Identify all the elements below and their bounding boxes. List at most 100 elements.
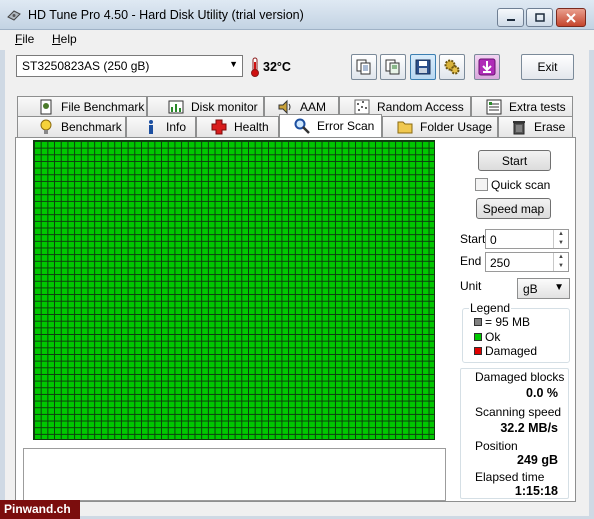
end-spinner[interactable]: 250 ▲ ▼ [485,252,569,272]
info-icon [149,120,153,134]
tab-disk-monitor[interactable]: Disk monitor [147,96,264,117]
menu-file-label: ile [22,32,35,46]
legend-swatch-block [474,318,482,326]
random-access-icon [354,99,370,115]
folder-icon [397,121,413,134]
legend-item-ok: Ok [485,330,501,344]
legend-swatch-damaged [474,347,482,355]
tab-error-scan-label: Error Scan [317,119,375,133]
drive-select[interactable]: ST3250823AS (250 gB) ▼ [16,55,243,77]
scan-block-grid [33,140,435,440]
scanning-speed-label: Scanning speed [475,405,562,419]
spin-down-icon[interactable]: ▼ [554,262,568,271]
tab-benchmark-label: Benchmark [61,120,122,134]
tab-folder-usage-label: Folder Usage [420,120,493,134]
disk-monitor-icon [168,100,184,114]
tab-erase[interactable]: Erase [498,116,573,137]
copy-text-button[interactable] [380,54,406,80]
health-cross-icon [211,119,227,135]
tab-folder-usage[interactable]: Folder Usage [382,116,498,137]
tab-health-label: Health [234,120,269,134]
tab-extra-tests-label: Extra tests [509,100,566,114]
start-value: 0 [490,233,497,247]
end-label: End [460,254,482,268]
tab-random-access-label: Random Access [377,100,464,114]
unit-select-value: gB [523,282,538,296]
start-scan-button[interactable]: Start [478,150,551,171]
unit-label: Unit [460,279,482,293]
app-disk-icon [7,10,21,21]
extra-tests-icon [486,99,502,115]
unit-select[interactable]: gB ▼ [517,278,570,299]
download-button[interactable] [474,54,500,80]
tab-aam-label: AAM [300,100,327,114]
spin-down-icon[interactable]: ▼ [554,239,568,248]
watermark-text: Pinwand.ch [4,502,71,516]
elapsed-time-value: 1:15:18 [514,484,558,498]
file-benchmark-icon [40,99,52,115]
thermometer-icon [251,57,259,77]
position-label: Position [475,439,518,453]
tab-info-label: Info [166,120,187,134]
spin-up-icon[interactable]: ▲ [554,230,568,239]
options-button[interactable] [439,54,465,80]
minimize-icon [506,18,515,21]
scanning-speed-value: 32.2 MB/s [500,421,558,435]
menu-help[interactable]: Help [52,32,77,46]
tab-erase-label: Erase [534,120,566,134]
magnifier-icon [294,118,310,134]
tab-benchmark[interactable]: Benchmark [17,116,126,137]
drive-select-value: ST3250823AS (250 gB) [22,59,150,73]
watermark: Pinwand.ch [0,500,80,519]
tab-extra-tests[interactable]: Extra tests [471,96,573,117]
exit-button-label: Exit [537,60,558,74]
tab-info[interactable]: Info [126,116,196,137]
down-arrow-icon [478,58,496,76]
start-spinner[interactable]: 0 ▲ ▼ [485,229,569,249]
tab-file-benchmark-label: File Benchmark [61,100,145,114]
damaged-blocks-label: Damaged blocks [475,370,565,384]
maximize-icon [534,13,545,22]
damaged-blocks-value: 0.0 % [526,386,558,400]
end-value: 250 [490,256,511,270]
elapsed-time-label: Elapsed time [475,470,545,484]
close-button[interactable] [556,8,586,27]
copy-info-button[interactable] [351,54,377,80]
position-value: 249 gB [517,453,558,467]
quick-scan-checkbox[interactable] [475,178,488,191]
spin-up-icon[interactable]: ▲ [554,253,568,262]
tab-file-benchmark[interactable]: File Benchmark [17,96,147,117]
lightbulb-icon [40,119,52,134]
tab-disk-monitor-label: Disk monitor [191,100,258,114]
legend-title: Legend [469,301,512,315]
start-label: Start [460,232,486,246]
copy-icon [356,59,371,75]
maximize-button[interactable] [526,8,553,27]
save-button[interactable] [410,54,436,80]
window-title: HD Tune Pro 4.50 - Hard Disk Utility (tr… [28,8,304,22]
close-icon [566,12,576,23]
minimize-button[interactable] [497,8,524,27]
floppy-disk-icon [415,59,431,75]
quick-scan-label: Quick scan [491,178,551,192]
menu-help-label: elp [60,32,77,46]
menu-file[interactable]: File [15,32,34,46]
legend-item-block-size: = 95 MB [485,315,531,329]
exit-button[interactable]: Exit [521,54,574,80]
legend-item-damaged: Damaged [485,344,538,358]
menu-bar: File Help [0,30,594,50]
scan-log-box [23,448,446,501]
speed-map-button[interactable]: Speed map [476,198,551,219]
speaker-icon [278,99,291,115]
legend-swatch-ok [474,333,482,341]
dropdown-arrow-icon: ▼ [229,59,238,69]
tab-health[interactable]: Health [196,116,279,137]
start-scan-button-label: Start [501,153,528,168]
gear-icon [444,59,460,75]
copy-text-icon [385,59,400,75]
tab-error-scan[interactable]: Error Scan [279,114,382,137]
dropdown-arrow-icon: ▼ [554,282,564,293]
trash-icon [513,121,525,135]
temperature-readout: 32°C [263,60,291,74]
title-bar: HD Tune Pro 4.50 - Hard Disk Utility (tr… [0,0,594,30]
